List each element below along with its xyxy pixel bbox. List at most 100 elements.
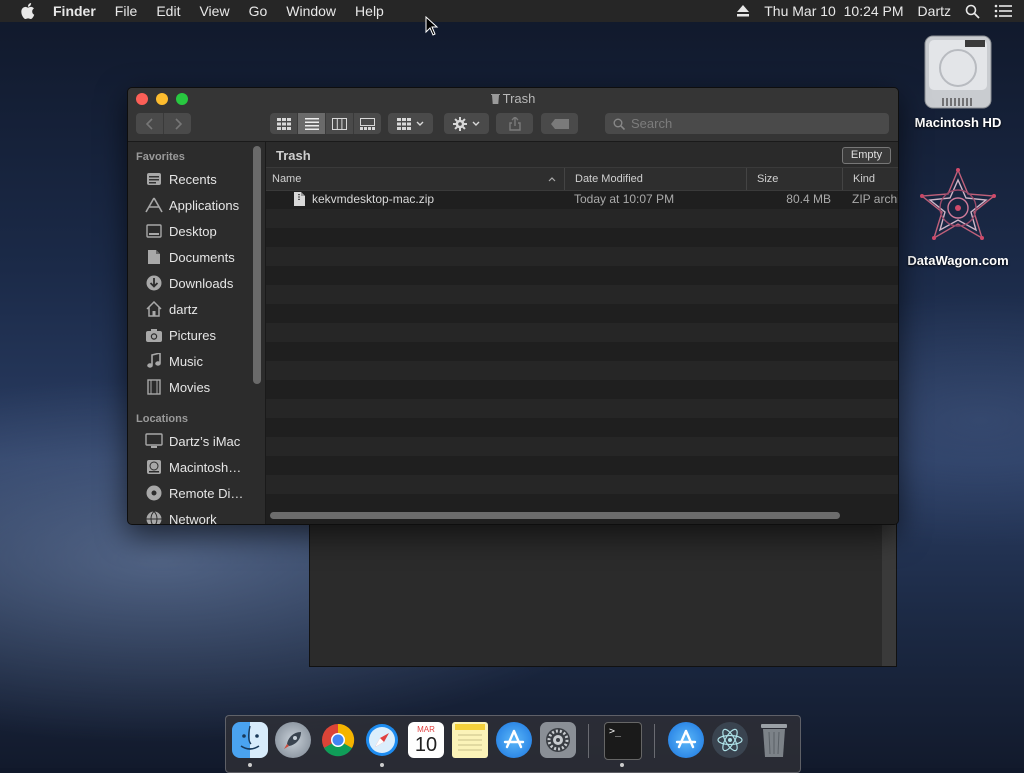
window-title: Trash: [128, 91, 898, 106]
dock-trash[interactable]: [756, 722, 792, 758]
empty-row: [266, 304, 898, 323]
back-button[interactable]: [136, 113, 164, 134]
menu-file[interactable]: File: [115, 3, 138, 19]
eject-icon[interactable]: [736, 5, 750, 17]
desktop-icon-datawagon[interactable]: DataWagon.com: [900, 166, 1016, 268]
empty-row: [266, 456, 898, 475]
empty-row: [266, 228, 898, 247]
dock-atom[interactable]: [712, 722, 748, 758]
sidebar-item-desktop[interactable]: Desktop: [128, 220, 253, 242]
menu-window[interactable]: Window: [286, 3, 336, 19]
grid-icon: [276, 117, 291, 130]
sidebar-item-home[interactable]: dartz: [128, 298, 253, 320]
chevron-down-icon: [416, 121, 424, 126]
dock-system-preferences[interactable]: [540, 722, 576, 758]
mouse-cursor-icon: [425, 16, 439, 36]
empty-row: [266, 209, 898, 228]
gallery-view-button[interactable]: [354, 113, 381, 134]
background-window[interactable]: [309, 510, 897, 667]
dock-finder[interactable]: [232, 722, 268, 758]
share-button[interactable]: [496, 113, 533, 134]
toolbar: Trash: [128, 88, 898, 142]
list-view-button[interactable]: [298, 113, 326, 134]
home-icon: [145, 301, 163, 317]
sidebar: Favorites Recents Applications Desktop D…: [128, 142, 266, 524]
file-size: 80.4 MB: [786, 192, 831, 206]
column-headers: Name Date Modified Size Kind: [266, 167, 898, 191]
share-icon: [508, 116, 521, 131]
menu-view[interactable]: View: [199, 3, 229, 19]
column-header-kind[interactable]: Kind: [842, 168, 898, 190]
sidebar-item-applications[interactable]: Applications: [128, 194, 253, 216]
sidebar-item-documents[interactable]: Documents: [128, 246, 253, 268]
empty-trash-button[interactable]: Empty: [842, 147, 891, 164]
sidebar-item-downloads[interactable]: Downloads: [128, 272, 253, 294]
empty-row: [266, 380, 898, 399]
sidebar-item-remote-disc[interactable]: Remote Di…: [128, 482, 253, 504]
sidebar-item-label: Downloads: [169, 275, 234, 291]
dock-notes[interactable]: [452, 722, 488, 758]
search-field[interactable]: [605, 113, 889, 134]
sidebar-item-network[interactable]: Network: [128, 508, 253, 524]
column-header-size[interactable]: Size: [746, 168, 842, 190]
column-header-name[interactable]: Name: [266, 168, 564, 190]
column-header-date-modified[interactable]: Date Modified: [564, 168, 746, 190]
dock-app-store-2[interactable]: [668, 722, 704, 758]
chevron-left-icon: [145, 117, 153, 130]
empty-row: [266, 266, 898, 285]
sidebar-item-recents[interactable]: Recents: [128, 168, 253, 190]
sidebar-item-label: Remote Di…: [169, 485, 244, 501]
menu-help[interactable]: Help: [355, 3, 384, 19]
sidebar-scrollbar[interactable]: [253, 146, 261, 384]
notification-center-icon[interactable]: [994, 4, 1012, 18]
zip-file-icon: [294, 192, 305, 207]
empty-row: [266, 361, 898, 380]
sidebar-item-imac[interactable]: Dartz’s iMac: [128, 430, 253, 452]
disk-icon: [145, 459, 163, 475]
sidebar-item-music[interactable]: Music: [128, 350, 253, 372]
menu-bar: Finder File Edit View Go Window Help Thu…: [0, 0, 1024, 22]
menu-go[interactable]: Go: [249, 3, 268, 19]
menubar-clock[interactable]: Thu Mar 10 10:24 PM: [764, 3, 903, 19]
sidebar-item-movies[interactable]: Movies: [128, 376, 253, 398]
gallery-icon: [360, 117, 375, 130]
dock-chrome[interactable]: [320, 722, 356, 758]
sidebar-item-pictures[interactable]: Pictures: [128, 324, 253, 346]
horizontal-scrollbar[interactable]: [270, 512, 840, 519]
sidebar-heading-favorites: Favorites: [136, 151, 185, 163]
column-view-button[interactable]: [326, 113, 354, 134]
columns-icon: [332, 117, 347, 130]
dock-safari[interactable]: [364, 722, 400, 758]
dock-app-store[interactable]: [496, 722, 532, 758]
group-button[interactable]: [388, 113, 433, 134]
datawagon-logo-icon: [920, 168, 996, 240]
table-row[interactable]: kekvmdesktop-mac.zip Today at 10:07 PM 8…: [266, 190, 898, 209]
apple-icon[interactable]: [21, 3, 35, 19]
icon-view-button[interactable]: [270, 113, 298, 134]
dock-separator: [588, 724, 589, 758]
desktop-icon-label: DataWagon.com: [907, 253, 1009, 268]
calendar-day: 10: [414, 733, 438, 756]
menu-edit[interactable]: Edit: [156, 3, 180, 19]
remote-disc-icon: [145, 485, 163, 501]
search-input[interactable]: [629, 115, 873, 132]
calendar-month: MAR: [417, 724, 435, 734]
action-button[interactable]: [444, 113, 489, 134]
tags-button[interactable]: [541, 113, 578, 134]
running-indicator: [248, 763, 252, 767]
dock-calendar[interactable]: MAR 10: [408, 722, 444, 758]
computer-icon: [145, 433, 163, 449]
menubar-user[interactable]: Dartz: [918, 3, 951, 19]
menu-finder[interactable]: Finder: [53, 3, 96, 19]
dock-terminal[interactable]: >_: [604, 722, 642, 760]
sidebar-item-macintosh-hd[interactable]: Macintosh…: [128, 456, 253, 478]
spotlight-search-icon[interactable]: [965, 4, 980, 19]
finder-icon: [240, 725, 260, 750]
sidebar-item-label: Documents: [169, 249, 235, 265]
path-bar: Trash Empty: [266, 142, 898, 167]
sidebar-item-label: Applications: [169, 197, 240, 213]
desktop-icon-macintosh-hd[interactable]: Macintosh HD: [906, 32, 1010, 130]
tag-icon: [550, 118, 569, 129]
dock-launchpad[interactable]: [275, 722, 311, 758]
forward-button[interactable]: [164, 113, 191, 134]
